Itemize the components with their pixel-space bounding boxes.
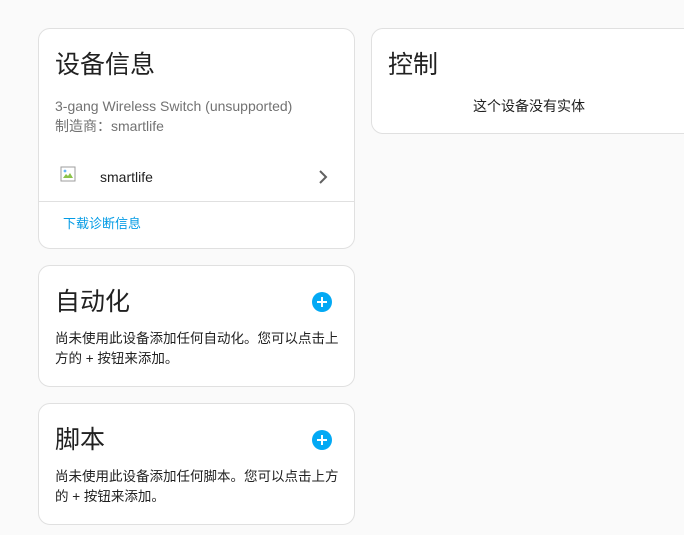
controls-empty-text: 这个设备没有实体	[473, 98, 585, 114]
integration-name: smartlife	[100, 169, 153, 185]
add-automation-button[interactable]	[312, 292, 332, 312]
device-info-card: 设备信息 3-gang Wireless Switch (unsupported…	[38, 28, 355, 249]
automations-card: 自动化 尚未使用此设备添加任何自动化。您可以点击上方的 + 按钮来添加。	[38, 265, 355, 387]
broken-image-icon	[60, 166, 76, 182]
chevron-right-icon	[316, 168, 330, 186]
add-script-button[interactable]	[312, 430, 332, 450]
card-divider	[39, 201, 354, 202]
device-model: 3-gang Wireless Switch (unsupported)	[55, 98, 293, 114]
scripts-title: 脚本	[55, 426, 106, 454]
controls-title: 控制	[388, 51, 439, 79]
controls-card: 控制 这个设备没有实体	[371, 28, 684, 134]
device-info-title: 设备信息	[55, 51, 156, 79]
automations-empty-text: 尚未使用此设备添加任何自动化。您可以点击上方的 + 按钮来添加。	[55, 331, 339, 366]
download-diagnostics-link[interactable]: 下载诊断信息	[63, 215, 141, 233]
automations-title: 自动化	[55, 288, 131, 316]
add-icon	[316, 296, 328, 308]
scripts-empty-text: 尚未使用此设备添加任何脚本。您可以点击上方的 + 按钮来添加。	[55, 469, 339, 504]
add-icon	[316, 434, 328, 446]
device-manufacturer: 制造商：smartlife	[55, 118, 164, 134]
integration-row[interactable]: smartlife	[39, 159, 354, 199]
scripts-card: 脚本 尚未使用此设备添加任何脚本。您可以点击上方的 + 按钮来添加。	[38, 403, 355, 525]
